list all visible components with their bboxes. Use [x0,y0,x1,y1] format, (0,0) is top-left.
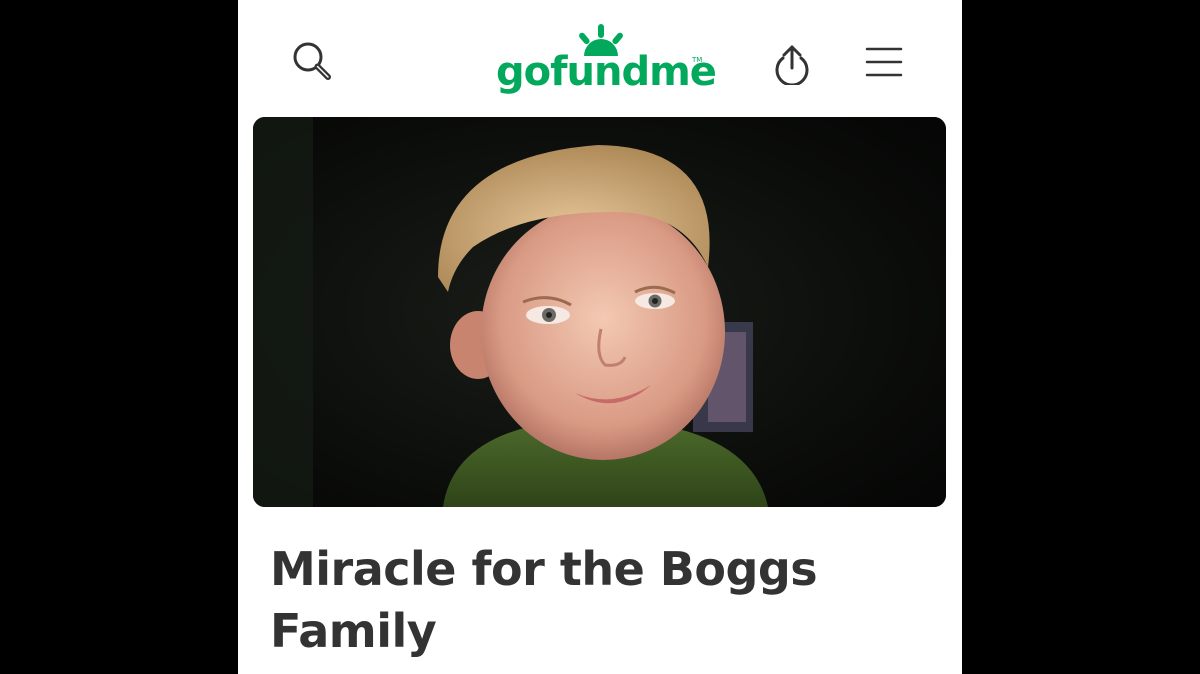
gofundme-logo[interactable]: gofundme TM [496,24,717,100]
search-icon [293,42,331,80]
child-photo [253,117,946,507]
top-navigation-bar: gofundme TM [238,0,962,116]
hamburger-menu-icon [865,47,903,77]
search-button[interactable] [288,37,336,85]
campaign-title: Miracle for the Boggs Family [270,542,818,658]
logo-wordmark: gofundme [496,49,717,95]
logo-trademark: TM [692,56,703,64]
share-button[interactable] [768,39,816,87]
campaign-hero-image[interactable] [253,117,946,507]
share-icon [775,45,809,85]
menu-button[interactable] [860,37,908,85]
mobile-page: gofundme TM Miracle for the Boggs Family [238,0,962,674]
screen: gofundme TM Miracle for the Boggs Family [0,0,1200,674]
